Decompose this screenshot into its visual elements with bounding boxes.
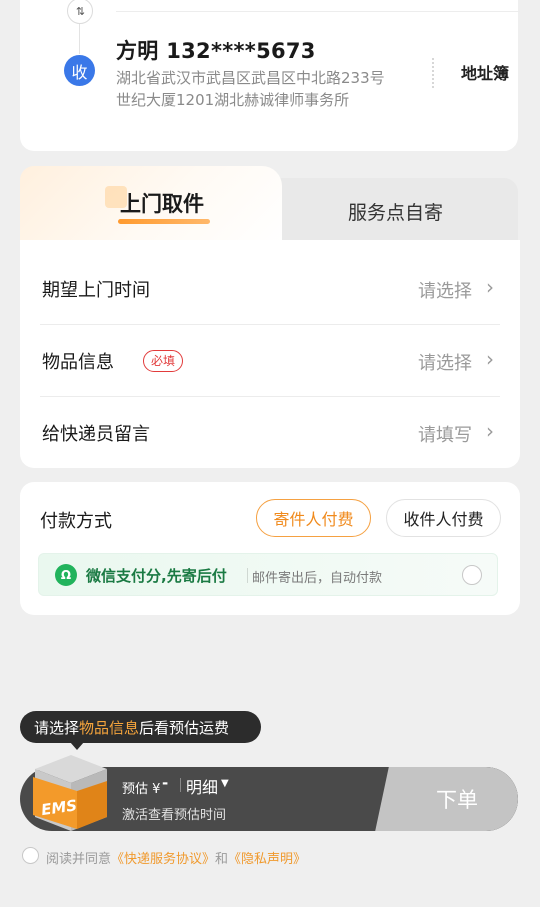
price-detail-toggle[interactable]: 明细 [186,774,218,798]
swap-icon[interactable]: ⇅ [67,0,93,24]
agreement-checkbox[interactable] [22,847,39,864]
agreement-text: 阅读并同意《快递服务协议》和《隐私声明》 [46,848,306,867]
chevron-right-icon: › [486,275,494,299]
options-card: 期望上门时间 请选择 › 物品信息 必填 请选择 › 给快递员留言 请填写 › [20,240,520,468]
required-badge: 必填 [143,350,184,372]
tooltip-suffix: 后看预估运费 [139,718,230,737]
activate-estimate-text: 激活查看预估时间 [122,808,227,823]
estimate-tooltip: 请选择 物品信息 后看预估运费 [20,711,261,743]
tab-label[interactable]: 服务点自寄 [348,198,443,225]
estimate-price: - [162,774,169,792]
tooltip-prefix: 请选择 [34,718,80,737]
receiver-icon: 收 [64,55,95,86]
wechat-pay-subtitle: 邮件寄出后，自动付款 [252,571,383,586]
payment-title: 付款方式 [40,511,112,532]
row-label: 期望上门时间 [42,280,150,301]
estimate-label: 预估 ¥ [122,782,161,797]
row-label: 物品信息 [42,352,114,373]
connector-line [79,24,80,54]
address-line-1: 湖北省武汉市武昌区武昌区中北路233号 [116,69,385,87]
row-value: 请选择 [418,281,472,302]
divider [247,568,248,583]
receiver-address[interactable]: 湖北省武汉市武昌区武昌区中北路233号 世纪大厦1201湖北赫诚律师事务所 [116,67,416,111]
wechat-pay-title: 微信支付分,先寄后付 [86,567,227,585]
wechat-pay-later-option[interactable]: Ω 微信支付分,先寄后付 邮件寄出后，自动付款 [38,553,498,596]
tooltip-highlight: 物品信息 [79,718,140,737]
address-card: ⇅ 收 方明 132****5673 湖北省武汉市武昌区武昌区中北路233号 世… [20,0,520,151]
receiver-pay-button[interactable]: 收件人付费 [386,499,501,537]
address-line-2: 世纪大厦1201湖北赫诚律师事务所 [116,91,350,109]
wechat-pay-radio[interactable] [462,565,482,585]
divider [180,778,181,792]
payment-card: 付款方式 寄件人付费 收件人付费 Ω 微信支付分,先寄后付 邮件寄出后，自动付款 [20,482,520,615]
ems-box-icon: EMS [27,747,113,835]
agreement-prefix: 阅读并同意 [46,852,112,867]
divider [116,11,520,12]
wechat-payscore-icon: Ω [55,564,77,586]
chevron-right-icon: › [486,419,494,443]
caret-down-icon[interactable]: ▼ [221,778,229,789]
sender-pay-button[interactable]: 寄件人付费 [256,499,371,537]
row-label: 给快递员留言 [42,424,150,445]
order-button-label: 下单 [436,788,478,812]
divider [432,58,434,88]
privacy-statement-link[interactable]: 《隐私声明》 [228,852,306,867]
tab-home-pickup[interactable]: 上门取件 [20,166,282,246]
service-agreement-link[interactable]: 《快递服务协议》 [111,852,215,867]
row-value: 请选择 [418,353,472,374]
item-info-row[interactable]: 物品信息 必填 请选择 › [40,324,500,396]
agreement-and: 和 [215,852,229,867]
receiver-name[interactable]: 方明 132****5673 [116,35,316,65]
address-book-button[interactable]: 地址簿 [461,60,509,84]
pickup-time-row[interactable]: 期望上门时间 请选择 › [40,252,500,324]
service-tabs: 上门取件 服务点自寄 [20,166,520,248]
courier-message-row[interactable]: 给快递员留言 请填写 › [40,396,500,468]
tab-label: 上门取件 [120,192,204,216]
place-order-button[interactable]: 下单 [396,767,518,831]
active-tab-indicator [118,219,210,224]
row-value: 请填写 [418,425,472,446]
chevron-right-icon: › [486,347,494,371]
